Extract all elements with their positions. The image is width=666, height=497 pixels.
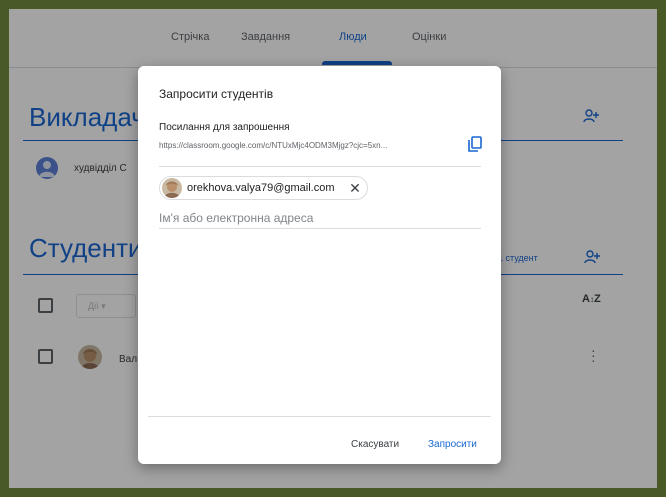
recipient-avatar: [162, 178, 182, 198]
dialog-divider: [159, 166, 481, 167]
recipient-email: orekhova.valya79@gmail.com: [187, 182, 335, 194]
dialog-title: Запросити студентів: [159, 87, 274, 101]
name-or-email-input[interactable]: [159, 207, 481, 229]
invite-link-url: https://classroom.google.com/c/NTUxMjc4O…: [159, 141, 388, 150]
copy-icon[interactable]: [467, 136, 483, 152]
dialog-footer-divider: [148, 416, 491, 417]
cancel-button[interactable]: Скасувати: [351, 439, 399, 450]
invite-button[interactable]: Запросити: [428, 439, 477, 450]
recipient-chip: orekhova.valya79@gmail.com ✕: [159, 176, 368, 200]
invite-students-dialog: Запросити студентів Посилання для запрош…: [138, 66, 501, 464]
close-icon[interactable]: ✕: [346, 179, 364, 197]
classroom-people-page: Стрічка Завдання Люди Оцінки Викладачі х…: [9, 9, 657, 488]
invite-link-label: Посилання для запрошення: [159, 122, 290, 133]
